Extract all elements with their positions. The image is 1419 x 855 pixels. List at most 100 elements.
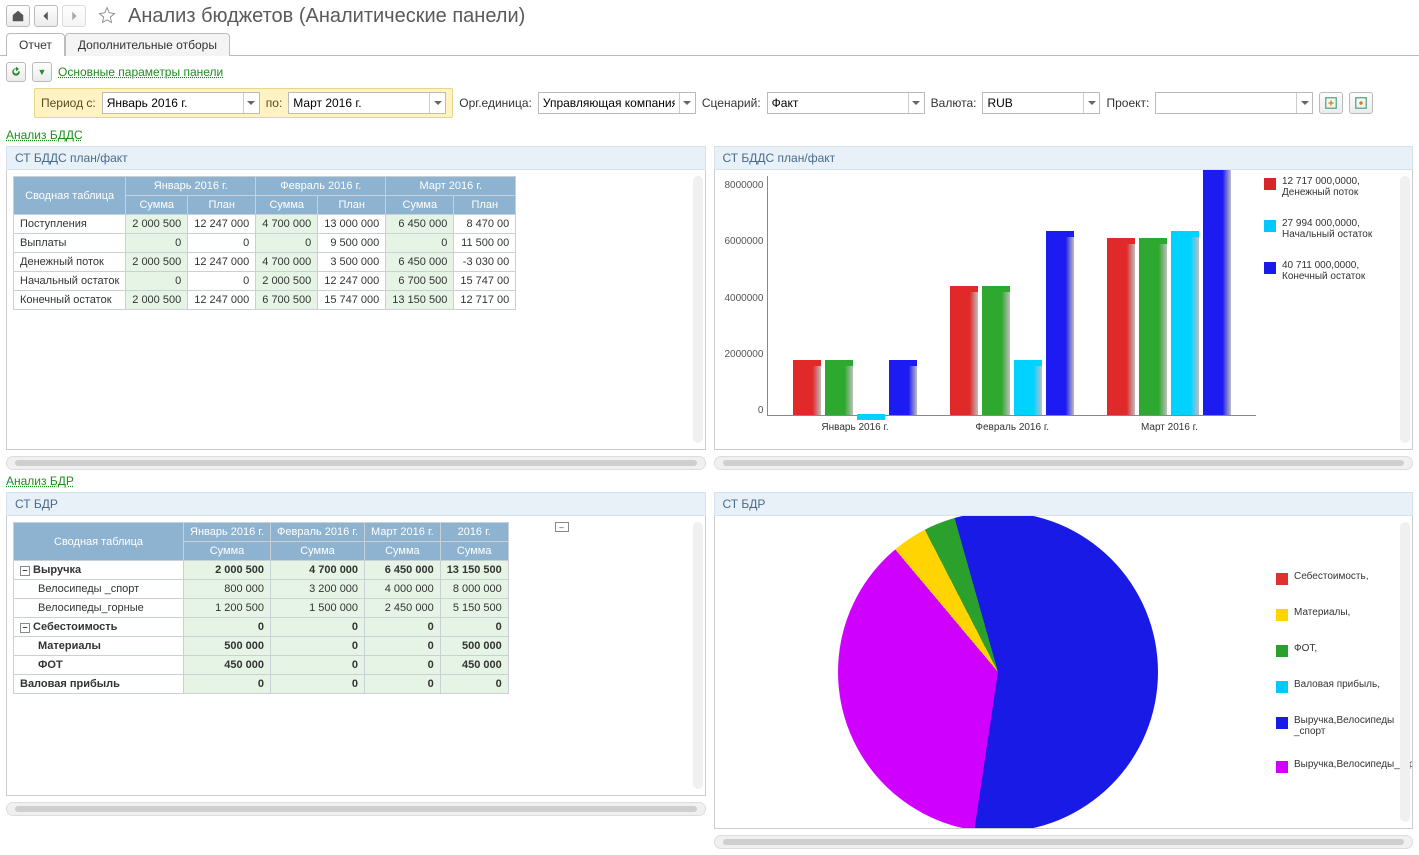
pie [838, 516, 1158, 829]
bar [825, 360, 853, 415]
legend-label: Выручка,Велосипеды_горные [1294, 759, 1413, 770]
tab-filters[interactable]: Дополнительные отборы [65, 33, 230, 56]
tree-toggle-icon[interactable]: – [20, 623, 30, 633]
collapse-button[interactable]: ▼ [32, 62, 52, 82]
bdr-chart-panel: СТ БДР Себестоимость,Материалы,ФОТ,Валов… [714, 492, 1414, 849]
bdr-grid: Сводная таблицаЯнварь 2016 г.Февраль 201… [13, 522, 509, 694]
legend-item: Материалы, [1276, 607, 1406, 621]
bar [950, 286, 978, 415]
month-header: Март 2016 г. [365, 523, 441, 542]
vscroll[interactable] [693, 522, 703, 789]
cell: 12 717 00 [454, 291, 516, 310]
scenario-dd[interactable] [908, 93, 924, 113]
cell: 0 [365, 656, 441, 675]
cell: 13 150 500 [440, 561, 508, 580]
subcol-header: Сумма [271, 542, 365, 561]
period-from-combo[interactable] [102, 92, 260, 114]
legend-label: Валовая прибыль, [1294, 679, 1380, 690]
bar [1014, 360, 1042, 415]
legend-label: Себестоимость, [1294, 571, 1368, 582]
scenario-input[interactable] [768, 93, 908, 113]
refresh-button[interactable] [6, 62, 26, 82]
bar [857, 414, 885, 415]
cell: 0 [126, 234, 188, 253]
table-row: Материалы500 00000500 000 [14, 637, 509, 656]
cell: 2 450 000 [365, 599, 441, 618]
tree-toggle-icon[interactable]: – [20, 566, 30, 576]
forward-button[interactable] [62, 5, 86, 27]
project-combo[interactable] [1155, 92, 1313, 114]
cell: 0 [271, 618, 365, 637]
currency-input[interactable] [983, 93, 1083, 113]
period-to-combo[interactable] [288, 92, 446, 114]
vscroll[interactable] [1400, 176, 1410, 443]
org-combo[interactable] [538, 92, 696, 114]
settings-button[interactable] [1349, 92, 1373, 114]
legend-swatch [1276, 573, 1288, 585]
subcol-header: Сумма [184, 542, 271, 561]
bdds-chart-panel: СТ БДДС план/факт 8000000600000040000002… [714, 146, 1414, 470]
params-bar: ▼ Основные параметры панели [0, 56, 1419, 88]
table-row: Велосипеды_горные1 200 5001 500 0002 450… [14, 599, 509, 618]
table-row: Денежный поток2 000 50012 247 0004 700 0… [14, 253, 516, 272]
period-from-dd[interactable] [243, 93, 259, 113]
legend-item: 12 717 000,0000,Денежный поток [1264, 176, 1406, 198]
cell: 6 450 000 [386, 215, 454, 234]
table-row: Поступления2 000 50012 247 0004 700 0001… [14, 215, 516, 234]
y-tick: 4000000 [725, 293, 764, 304]
org-dd[interactable] [679, 93, 695, 113]
hscroll[interactable] [714, 456, 1414, 470]
cell: 3 200 000 [271, 580, 365, 599]
project-dd[interactable] [1296, 93, 1312, 113]
home-button[interactable] [6, 5, 30, 27]
cell: 0 [184, 675, 271, 694]
section-bdds-title[interactable]: Анализ БДДС [6, 128, 83, 142]
cell: 0 [188, 272, 256, 291]
params-title[interactable]: Основные параметры панели [58, 65, 223, 79]
hscroll[interactable] [714, 835, 1414, 849]
legend: 12 717 000,0000,Денежный поток27 994 000… [1256, 176, 1406, 436]
back-button[interactable] [34, 5, 58, 27]
table-row: Велосипеды _спорт800 0003 200 0004 000 0… [14, 580, 509, 599]
period-to-input[interactable] [289, 93, 429, 113]
currency-dd[interactable] [1083, 93, 1099, 113]
bdds-table-panel: СТ БДДС план/факт Сводная таблицаЯнварь … [6, 146, 706, 470]
cell: 500 000 [440, 637, 508, 656]
y-tick: 2000000 [725, 349, 764, 360]
plot-area: Январь 2016 г.Февраль 2016 г.Март 2016 г… [767, 176, 1256, 416]
bdr-table: Сводная таблицаЯнварь 2016 г.Февраль 201… [13, 522, 699, 694]
project-input[interactable] [1156, 93, 1296, 113]
vscroll[interactable] [1400, 522, 1410, 822]
legend-swatch [1276, 645, 1288, 657]
bdr-table-header: СТ БДР [6, 492, 706, 516]
legend-item: Валовая прибыль, [1276, 679, 1406, 693]
cell: 3 500 000 [318, 253, 386, 272]
cell: 2 000 500 [184, 561, 271, 580]
org-input[interactable] [539, 93, 679, 113]
favorite-icon[interactable] [98, 6, 116, 27]
period-from-input[interactable] [103, 93, 243, 113]
y-tick: 6000000 [725, 236, 764, 247]
scenario-label: Сценарий: [702, 96, 761, 110]
currency-combo[interactable] [982, 92, 1100, 114]
bdds-chart-header: СТ БДДС план/факт [714, 146, 1414, 170]
cell: 12 247 000 [188, 215, 256, 234]
month-header: Январь 2016 г. [184, 523, 271, 542]
cell: 0 [126, 272, 188, 291]
hscroll[interactable] [6, 802, 706, 816]
table-row: ФОТ450 00000450 000 [14, 656, 509, 675]
export-button[interactable] [1319, 92, 1343, 114]
month-header: Март 2016 г. [386, 177, 516, 196]
vscroll[interactable] [693, 176, 703, 443]
cell: 9 500 000 [318, 234, 386, 253]
hscroll[interactable] [6, 456, 706, 470]
row-label: Материалы [14, 637, 184, 656]
cell: 11 500 00 [454, 234, 516, 253]
x-tick: Январь 2016 г. [821, 422, 888, 433]
scenario-combo[interactable] [767, 92, 925, 114]
collapse-icon[interactable]: – [555, 522, 569, 532]
tab-report[interactable]: Отчет [6, 33, 65, 56]
row-label: Поступления [14, 215, 126, 234]
period-to-dd[interactable] [429, 93, 445, 113]
section-bdr-title[interactable]: Анализ БДР [6, 474, 74, 488]
